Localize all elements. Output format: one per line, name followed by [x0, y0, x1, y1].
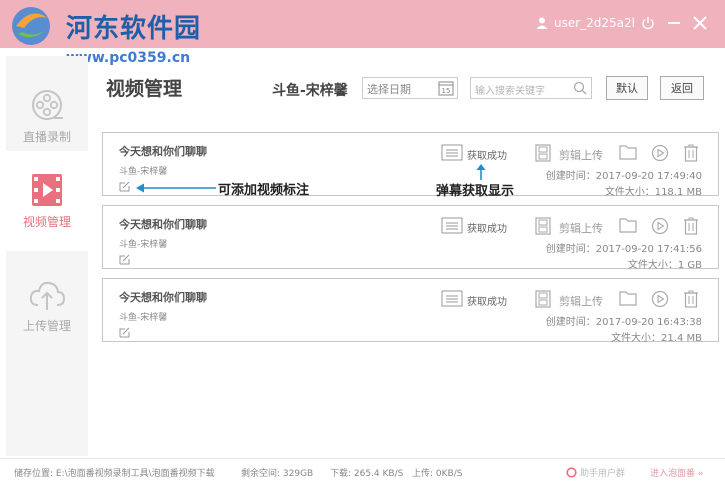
play-icon[interactable]	[651, 217, 669, 235]
folder-icon[interactable]	[619, 217, 637, 233]
edit-icon[interactable]	[119, 181, 130, 192]
danmaku-status: 获取成功	[467, 297, 507, 308]
danmaku-icon[interactable]	[441, 290, 463, 307]
sidebar-item-label: 直播录制	[22, 129, 71, 144]
cloud-upload-icon	[29, 281, 66, 310]
video-file-icon	[32, 173, 62, 206]
sidebar-item-video-manage[interactable]: 视频管理	[6, 151, 88, 251]
channel-name: 斗鱼-宋梓馨	[272, 83, 348, 99]
clip-upload-button[interactable]: 剪辑上传	[559, 220, 603, 236]
free-space: 剩余空间: 329GB	[241, 469, 314, 479]
download-speed: 下载: 265.4 KB/S	[330, 469, 404, 479]
status-bar: 储存位置: E:\泡面番视频录制工具\泡面番视频下载 剩余空间: 329GB 下…	[0, 458, 725, 486]
video-title: 今天想和你们聊聊	[119, 291, 207, 304]
default-sort-button[interactable]: 默认	[606, 76, 648, 100]
created-time: 创建时间：2017-09-20 16:43:38	[545, 317, 702, 328]
annotation-arrow-left	[136, 183, 216, 193]
folder-icon[interactable]	[619, 290, 637, 306]
file-size: 文件大小：21.4 MB	[611, 333, 702, 344]
svg-text:15: 15	[442, 87, 451, 95]
user-group-link[interactable]: 助手用户群	[566, 466, 625, 479]
trash-icon[interactable]	[683, 290, 699, 308]
video-channel: 斗鱼-宋梓馨	[119, 240, 168, 250]
video-channel: 斗鱼-宋梓馨	[119, 167, 168, 177]
clip-upload-button[interactable]: 剪辑上传	[559, 293, 603, 309]
search-icon[interactable]	[573, 81, 587, 95]
film-reel-icon	[32, 89, 63, 120]
logo-icon	[12, 7, 50, 45]
upload-speed: 上传: 0KB/S	[412, 469, 463, 479]
back-button[interactable]: 返回	[660, 76, 704, 100]
user-icon	[536, 17, 548, 29]
danmaku-status: 获取成功	[467, 151, 507, 162]
trash-icon[interactable]	[683, 217, 699, 235]
play-icon[interactable]	[651, 290, 669, 308]
trash-icon[interactable]	[683, 144, 699, 162]
created-time: 创建时间：2017-09-20 17:49:40	[545, 171, 702, 182]
play-icon[interactable]	[651, 144, 669, 162]
danmaku-status: 获取成功	[467, 224, 507, 235]
danmaku-icon[interactable]	[441, 217, 463, 234]
minimize-button[interactable]	[663, 12, 685, 34]
edit-icon[interactable]	[119, 327, 130, 338]
video-channel: 斗鱼-宋梓馨	[119, 313, 168, 323]
close-icon	[693, 16, 707, 30]
username: user_2d25a2l	[553, 16, 635, 30]
sidebar-item-label: 上传管理	[22, 318, 71, 333]
video-title: 今天想和你们聊聊	[119, 145, 207, 158]
file-size: 文件大小：1 GB	[627, 260, 702, 271]
video-card: 今天想和你们聊聊 斗鱼-宋梓馨 获取成功 剪辑上传 创建时间：2017-09-2…	[102, 278, 719, 344]
danmaku-icon[interactable]	[441, 144, 463, 161]
date-picker-placeholder: 选择日期	[367, 83, 411, 96]
search-input[interactable]: 输入搜索关键字	[470, 77, 592, 99]
search-placeholder: 输入搜索关键字	[475, 86, 545, 97]
edit-icon[interactable]	[119, 254, 130, 265]
clip-upload-button[interactable]: 剪辑上传	[559, 147, 603, 163]
sidebar-item-upload-manage[interactable]: 上传管理	[6, 256, 88, 356]
enter-room-link[interactable]: 进入泡面番 »	[650, 466, 703, 479]
video-card: 今天想和你们聊聊 斗鱼-宋梓馨 获取成功 剪辑上传 创建时间：2017-09-2…	[102, 205, 719, 271]
annotation-danmaku-note: 弹幕获取显示	[436, 184, 515, 199]
created-time: 创建时间：2017-09-20 17:41:56	[545, 244, 702, 255]
film-icon[interactable]	[535, 290, 551, 308]
film-icon[interactable]	[535, 217, 551, 235]
film-icon[interactable]	[535, 144, 551, 162]
folder-icon[interactable]	[619, 144, 637, 160]
user-area[interactable]: user_2d25a2l	[536, 16, 655, 30]
sidebar: 直播录制 视频管理 上传管理	[6, 56, 88, 456]
date-picker[interactable]: 选择日期 15	[362, 77, 458, 99]
watermark-title: 河东软件园	[66, 14, 202, 44]
calendar-icon[interactable]: 15	[438, 80, 454, 96]
minimize-icon	[668, 22, 680, 24]
sidebar-item-label: 视频管理	[22, 214, 71, 229]
annotation-arrow-up	[476, 164, 486, 180]
page-title: 视频管理	[106, 78, 183, 100]
power-icon[interactable]	[641, 16, 655, 30]
close-button[interactable]	[689, 12, 711, 34]
user-group-label: 助手用户群	[580, 469, 626, 479]
video-title: 今天想和你们聊聊	[119, 218, 207, 231]
file-size: 文件大小：118.1 MB	[604, 187, 702, 198]
group-icon	[566, 467, 577, 478]
annotation-edit-note: 可添加视频标注	[218, 183, 310, 198]
storage-path[interactable]: 储存位置: E:\泡面番视频录制工具\泡面番视频下载	[14, 466, 215, 479]
